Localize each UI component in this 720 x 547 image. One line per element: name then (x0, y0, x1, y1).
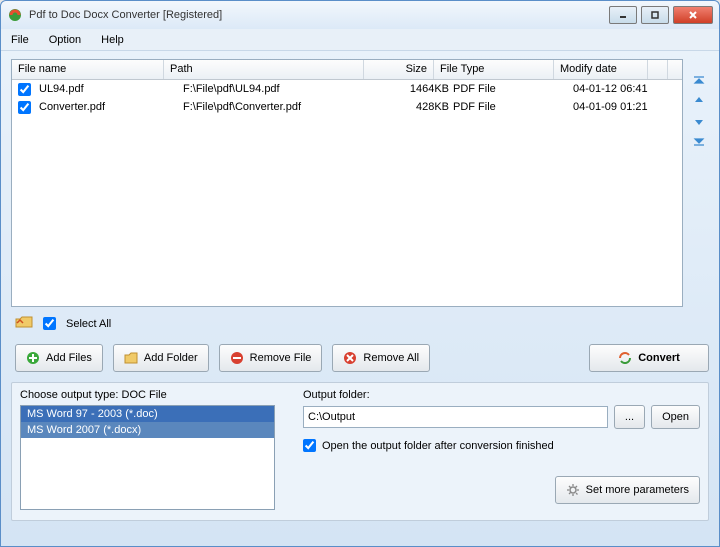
output-type-option[interactable]: MS Word 2007 (*.docx) (21, 422, 274, 438)
reorder-controls (689, 59, 709, 307)
remove-file-label: Remove File (250, 352, 312, 364)
file-list: File name Path Size File Type Modify dat… (11, 59, 683, 307)
up-folder-icon[interactable] (15, 315, 33, 332)
convert-icon (618, 351, 632, 365)
gear-icon (566, 483, 580, 497)
browse-button[interactable]: ... (614, 405, 645, 429)
remove-all-button[interactable]: Remove All (332, 344, 430, 372)
maximize-button[interactable] (641, 6, 669, 24)
close-button[interactable] (673, 6, 713, 24)
open-after-row: Open the output folder after conversion … (303, 439, 700, 452)
set-more-params-label: Set more parameters (586, 484, 689, 496)
folder-icon (124, 351, 138, 365)
open-button[interactable]: Open (651, 405, 700, 429)
add-folder-button[interactable]: Add Folder (113, 344, 209, 372)
cell-path: F:\File\pdf\UL94.pdf (181, 83, 381, 95)
minus-icon (230, 351, 244, 365)
cell-filetype: PDF File (451, 83, 571, 95)
output-type-option[interactable]: MS Word 97 - 2003 (*.doc) (21, 406, 274, 422)
header-filetype[interactable]: File Type (434, 60, 554, 79)
cell-date: 04-01-09 01:21 (571, 101, 665, 113)
menu-option[interactable]: Option (49, 34, 81, 46)
output-folder-row: ... Open (303, 405, 700, 429)
cell-path: F:\File\pdf\Converter.pdf (181, 101, 381, 113)
remove-file-button[interactable]: Remove File (219, 344, 323, 372)
cell-filename: UL94.pdf (37, 83, 181, 95)
cell-filetype: PDF File (451, 101, 571, 113)
output-type-list[interactable]: MS Word 97 - 2003 (*.doc) MS Word 2007 (… (20, 405, 275, 510)
output-panel: Choose output type: DOC File MS Word 97 … (11, 382, 709, 521)
open-after-checkbox[interactable] (303, 439, 316, 452)
titlebar: Pdf to Doc Docx Converter [Registered] (1, 1, 719, 29)
header-modify[interactable]: Modify date (554, 60, 648, 79)
remove-all-label: Remove All (363, 352, 419, 364)
add-files-button[interactable]: Add Files (15, 344, 103, 372)
select-all-row: Select All (11, 313, 709, 334)
row-checkbox[interactable] (18, 83, 31, 96)
minimize-button[interactable] (609, 6, 637, 24)
menu-help[interactable]: Help (101, 34, 124, 46)
move-bottom-button[interactable] (691, 133, 707, 149)
convert-label: Convert (638, 352, 680, 364)
add-files-label: Add Files (46, 352, 92, 364)
menubar: File Option Help (1, 29, 719, 51)
select-all-checkbox[interactable] (43, 317, 56, 330)
column-headers: File name Path Size File Type Modify dat… (12, 60, 682, 80)
remove-all-icon (343, 351, 357, 365)
set-more-params-button[interactable]: Set more parameters (555, 476, 700, 504)
open-after-label: Open the output folder after conversion … (322, 440, 554, 452)
header-size[interactable]: Size (364, 60, 434, 79)
more-params-row: Set more parameters (303, 476, 700, 504)
add-folder-label: Add Folder (144, 352, 198, 364)
convert-button[interactable]: Convert (589, 344, 709, 372)
output-folder-label: Output folder: (303, 389, 700, 401)
window-title: Pdf to Doc Docx Converter [Registered] (29, 9, 609, 21)
move-top-button[interactable] (691, 73, 707, 89)
row-checkbox[interactable] (18, 101, 31, 114)
list-area: File name Path Size File Type Modify dat… (11, 59, 709, 307)
cell-size: 1464KB (381, 83, 451, 95)
table-row[interactable]: UL94.pdfF:\File\pdf\UL94.pdf1464KBPDF Fi… (12, 80, 682, 98)
table-row[interactable]: Converter.pdfF:\File\pdf\Converter.pdf42… (12, 98, 682, 116)
cell-date: 04-01-12 06:41 (571, 83, 665, 95)
app-icon (7, 7, 23, 23)
plus-icon (26, 351, 40, 365)
move-up-button[interactable] (691, 93, 707, 109)
header-filename[interactable]: File name (12, 60, 164, 79)
cell-size: 428KB (381, 101, 451, 113)
toolbar: Add Files Add Folder Remove File Remove … (11, 340, 709, 376)
menu-file[interactable]: File (11, 34, 29, 46)
move-down-button[interactable] (691, 113, 707, 129)
output-folder-section: Output folder: ... Open Open the output … (303, 389, 700, 510)
header-path[interactable]: Path (164, 60, 364, 79)
cell-filename: Converter.pdf (37, 101, 181, 113)
select-all-label: Select All (66, 318, 111, 330)
output-folder-input[interactable] (303, 406, 608, 428)
header-empty (648, 60, 668, 79)
window-controls (609, 6, 713, 24)
output-type-section: Choose output type: DOC File MS Word 97 … (20, 389, 275, 510)
main-window: Pdf to Doc Docx Converter [Registered] F… (0, 0, 720, 547)
content-area: File name Path Size File Type Modify dat… (1, 51, 719, 546)
output-type-label: Choose output type: DOC File (20, 389, 275, 401)
